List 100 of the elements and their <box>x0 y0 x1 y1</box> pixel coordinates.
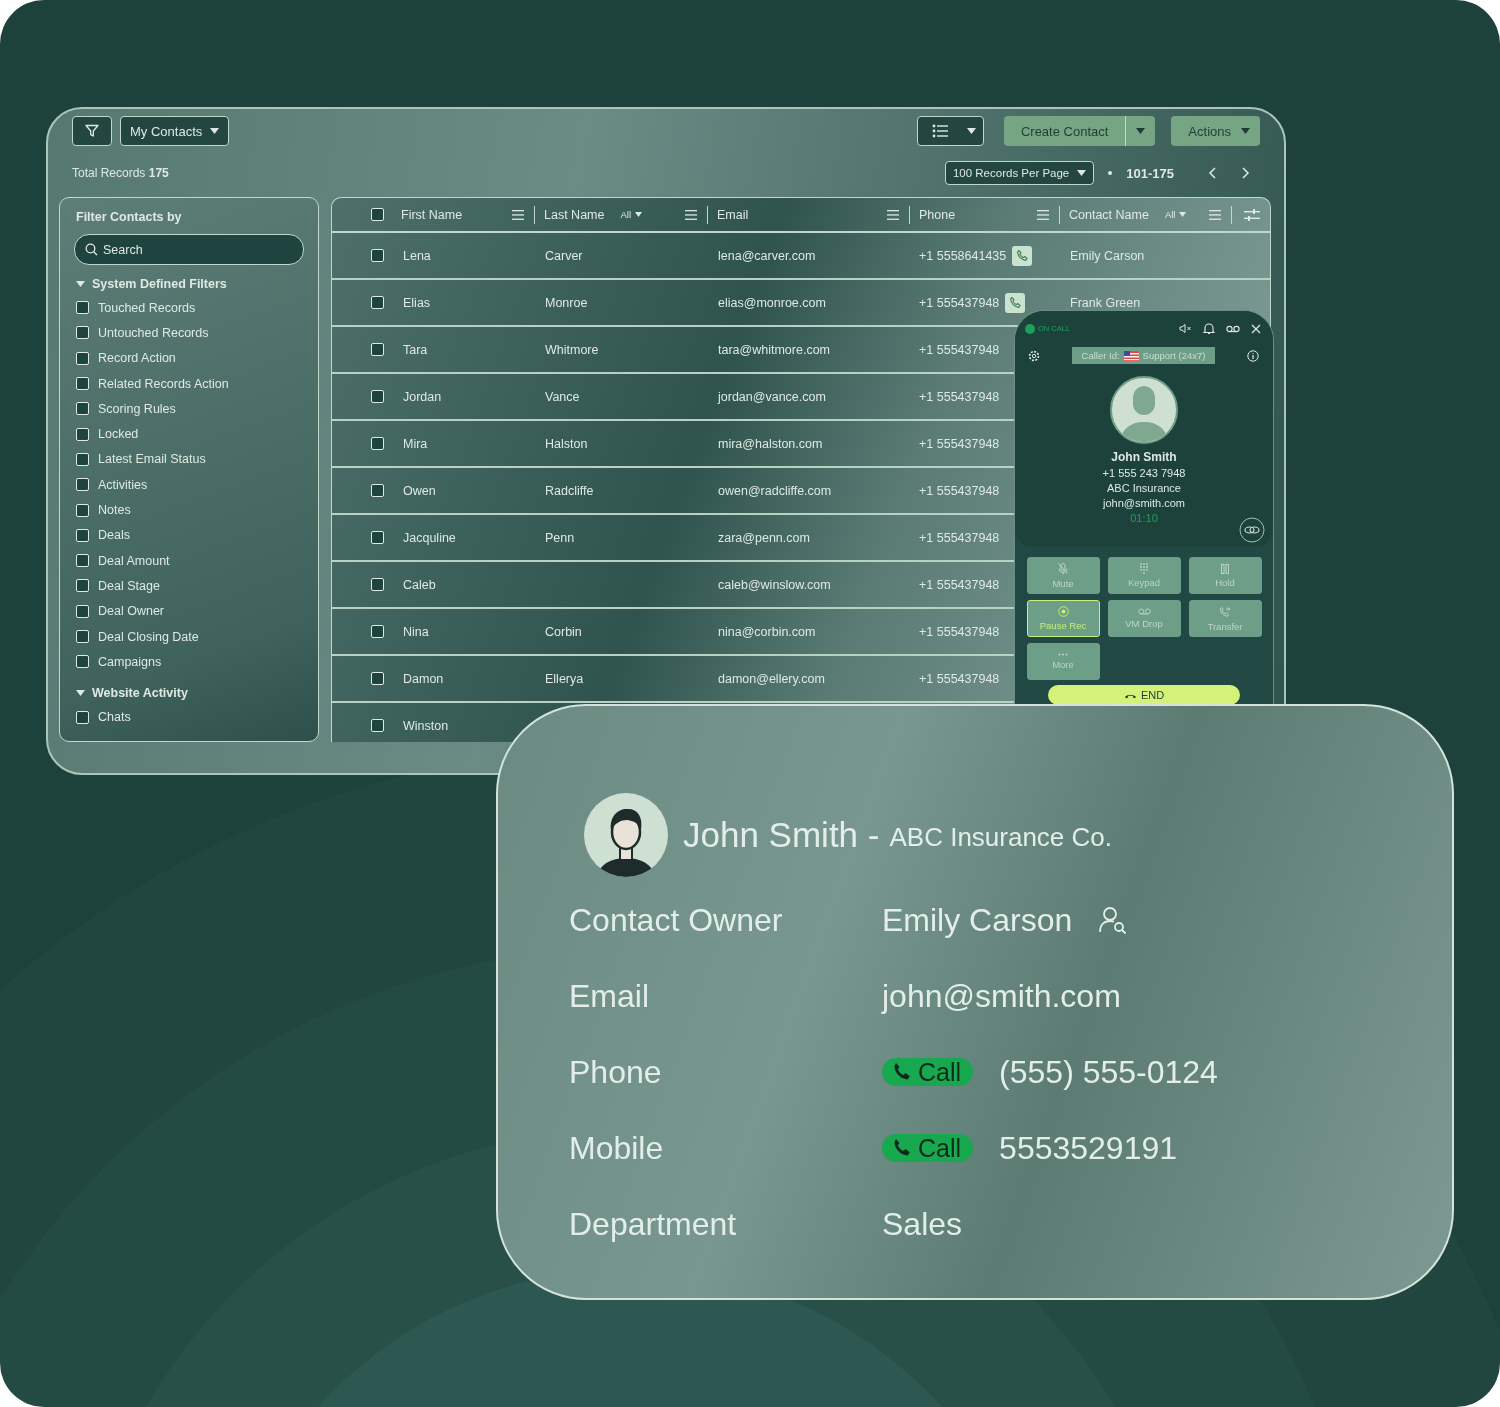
speaker-muted-icon[interactable] <box>1179 323 1192 334</box>
row-checkbox[interactable] <box>371 578 384 591</box>
more-icon <box>1058 653 1068 656</box>
column-menu-icon[interactable] <box>685 209 697 220</box>
column-filter-dropdown[interactable]: All <box>1158 209 1187 220</box>
caret-icon <box>1077 170 1087 176</box>
column-menu-icon[interactable] <box>512 209 524 220</box>
phone-icon <box>1009 297 1021 308</box>
call-timer: 01:10 <box>1130 512 1158 524</box>
checkbox[interactable] <box>76 655 89 669</box>
person-search-icon[interactable] <box>1098 905 1129 935</box>
call-control-button[interactable]: Transfer <box>1188 600 1262 637</box>
field-label: Email <box>569 977 650 1015</box>
table-cell: mira@halston.com <box>718 436 823 451</box>
previous-page-icon[interactable] <box>1208 167 1218 179</box>
checkbox[interactable] <box>76 452 89 466</box>
table-cell: Damon <box>403 671 444 686</box>
caret-icon <box>635 212 642 217</box>
row-checkbox[interactable] <box>371 296 384 309</box>
filter-group-toggle[interactable]: System Defined Filters <box>76 277 304 291</box>
call-button[interactable]: Call <box>882 1058 974 1086</box>
checkbox[interactable] <box>76 710 89 724</box>
column-filter-dropdown[interactable]: All <box>614 209 642 220</box>
caret-icon <box>76 281 85 287</box>
table-cell: +1 555437948 <box>919 342 1000 357</box>
caller-email: john@smith.com <box>1102 497 1186 509</box>
create-options-button[interactable] <box>1125 116 1156 146</box>
call-button[interactable] <box>1005 292 1026 313</box>
checkbox[interactable] <box>76 579 89 593</box>
checkbox[interactable] <box>76 503 89 517</box>
table-cell: Monroe <box>545 295 588 310</box>
table-cell: Winston <box>403 718 449 733</box>
row-checkbox[interactable] <box>371 249 384 262</box>
filter-label: Deal Owner <box>98 604 164 619</box>
call-button[interactable]: Call <box>882 1134 974 1162</box>
field-value: (555) 555-0124 <box>999 1053 1218 1091</box>
row-checkbox[interactable] <box>371 625 384 638</box>
column-settings-icon[interactable] <box>1243 208 1260 221</box>
call-control-button[interactable]: VM Drop <box>1107 600 1181 637</box>
row-checkbox[interactable] <box>371 390 384 403</box>
table-cell: Mira <box>403 436 428 451</box>
call-button[interactable] <box>1012 245 1033 266</box>
checkbox[interactable] <box>76 377 89 391</box>
column-menu-icon[interactable] <box>1209 209 1221 220</box>
caret-icon <box>76 690 85 697</box>
call-control-button[interactable]: More <box>1026 643 1100 680</box>
table-cell: Ellerya <box>545 671 584 686</box>
table-cell: +1 555437948 <box>919 389 1000 404</box>
filter-icon <box>85 124 99 138</box>
row-checkbox[interactable] <box>371 719 384 732</box>
bell-icon[interactable] <box>1203 322 1215 335</box>
checkbox[interactable] <box>76 554 89 568</box>
checkbox[interactable] <box>76 427 89 441</box>
call-control-button[interactable]: Pause Rec <box>1026 600 1100 637</box>
view-dropdown[interactable]: My Contacts <box>120 116 230 146</box>
phone-icon <box>1016 250 1028 261</box>
column-header: Email <box>717 207 749 222</box>
filter-group-toggle[interactable]: Website Activity <box>76 686 304 701</box>
filter-button[interactable] <box>72 116 112 146</box>
row-checkbox[interactable] <box>371 484 384 497</box>
checkbox[interactable] <box>76 478 89 492</box>
info-icon[interactable] <box>1247 349 1259 362</box>
end-call-button[interactable]: END <box>1048 685 1240 705</box>
checkbox[interactable] <box>76 301 89 315</box>
call-control-button[interactable]: Mute <box>1026 557 1100 594</box>
filter-label: Touched Records <box>98 300 196 315</box>
row-checkbox[interactable] <box>371 437 384 450</box>
checkbox[interactable] <box>76 528 89 542</box>
phone-forward-icon <box>1219 605 1231 618</box>
search-field[interactable]: Search <box>74 234 304 265</box>
next-page-icon[interactable] <box>1240 167 1250 179</box>
caller-id-selector[interactable]: Caller Id: Support (24x7) <box>1071 347 1216 364</box>
checkbox[interactable] <box>76 402 89 416</box>
select-all-checkbox[interactable] <box>371 208 384 221</box>
actions-button[interactable]: Actions <box>1171 116 1260 146</box>
row-checkbox[interactable] <box>371 672 384 685</box>
settings-icon[interactable] <box>1028 349 1040 362</box>
call-control-button[interactable]: Hold <box>1188 557 1262 594</box>
table-cell: Corbin <box>545 624 582 639</box>
checkbox[interactable] <box>76 630 89 643</box>
filter-label: Chats <box>98 710 131 725</box>
column-header: Contact Name <box>1069 207 1149 222</box>
list-view-button[interactable] <box>916 116 984 146</box>
call-control-button[interactable]: Keypad <box>1107 557 1181 594</box>
column-header: First Name <box>401 207 463 222</box>
field-value: Sales <box>882 1205 963 1243</box>
row-checkbox[interactable] <box>371 343 384 356</box>
link-icon[interactable] <box>1239 517 1265 543</box>
records-per-page-dropdown[interactable]: 100 Records Per Page <box>944 161 1095 185</box>
column-menu-icon[interactable] <box>1037 209 1049 220</box>
create-contact-button[interactable]: Create Contact <box>1003 116 1126 146</box>
checkbox[interactable] <box>76 326 89 340</box>
voicemail-icon[interactable] <box>1226 324 1240 333</box>
close-icon[interactable] <box>1251 323 1261 334</box>
filter-label: Activities <box>98 477 148 492</box>
row-checkbox[interactable] <box>371 531 384 544</box>
total-records: Total Records 175 <box>72 166 169 180</box>
checkbox[interactable] <box>76 604 89 618</box>
column-menu-icon[interactable] <box>887 209 899 220</box>
checkbox[interactable] <box>76 351 89 365</box>
